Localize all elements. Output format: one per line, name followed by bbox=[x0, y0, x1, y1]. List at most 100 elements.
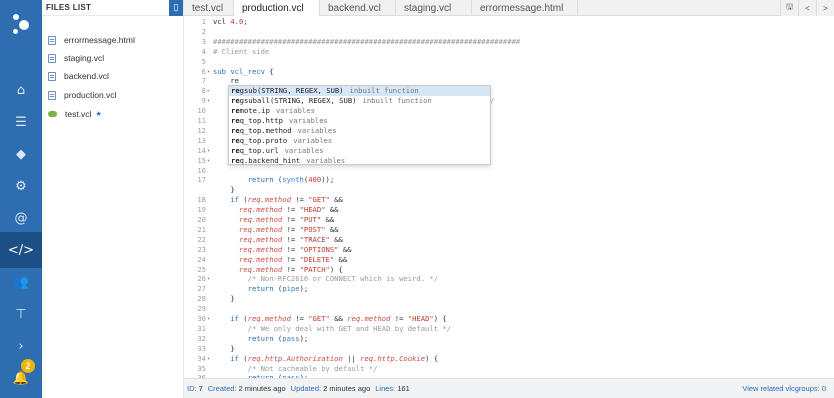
autocomplete-item[interactable]: req_top.method variables bbox=[229, 126, 490, 136]
autocomplete-item[interactable]: req_top.http variables bbox=[229, 116, 490, 126]
fold-toggle-icon[interactable]: ▾ bbox=[207, 274, 210, 284]
code-line[interactable]: 26 ▾ /* Non-RFC2616 or CONNECT which is w… bbox=[184, 274, 834, 284]
status-id: 7 bbox=[198, 384, 203, 393]
database-icon[interactable]: ☰ bbox=[0, 106, 42, 138]
code-text: req.method != "PUT" && bbox=[238, 215, 335, 224]
file-item-errormessage[interactable]: errormessage.html bbox=[48, 33, 135, 47]
home-icon[interactable]: ⌂ bbox=[0, 74, 42, 106]
fold-toggle-icon[interactable]: ▾ bbox=[207, 67, 210, 77]
users-icon[interactable]: 👥 bbox=[0, 266, 42, 298]
autocomplete-suggestion: mote.ip bbox=[239, 106, 270, 115]
code-line[interactable]: } bbox=[184, 185, 834, 195]
autocomplete-item[interactable]: remote.ip variables bbox=[229, 106, 490, 116]
code-line[interactable]: 30 ▾ if (req.method != "GET" && req.metho… bbox=[184, 314, 834, 324]
related-vlcgroups-link[interactable]: View related vlcgroups: 0 bbox=[742, 384, 826, 393]
tab-production[interactable]: production.vcl bbox=[234, 0, 320, 17]
code-line[interactable]: 22 req.method != "TRACE" && bbox=[184, 235, 834, 245]
tab-staging[interactable]: staging.vcl bbox=[396, 0, 472, 16]
autocomplete-match: re bbox=[231, 106, 240, 115]
autocomplete-item[interactable]: regsuball(STRING, REGEX, SUB) inbuilt fun… bbox=[229, 96, 490, 106]
code-line[interactable]: 24 req.method != "DELETE" && bbox=[184, 255, 834, 265]
line-number: 2 bbox=[201, 26, 206, 36]
fold-toggle-icon[interactable]: ▾ bbox=[207, 96, 210, 106]
file-item-label: staging.vcl bbox=[64, 53, 105, 63]
code-line[interactable]: 20 req.method != "PUT" && bbox=[184, 215, 834, 225]
code-icon[interactable]: </> bbox=[0, 232, 42, 268]
status-lines-label: Lines: bbox=[375, 384, 396, 393]
code-line[interactable]: 17 return (synth(400)); bbox=[184, 175, 834, 185]
fold-toggle-icon[interactable]: ▾ bbox=[207, 354, 210, 364]
fold-toggle-icon[interactable]: ▾ bbox=[207, 146, 210, 156]
code-editor[interactable]: 1 vcl 4.0; 2 3 #############################… bbox=[184, 16, 834, 378]
file-item-backend[interactable]: backend.vcl bbox=[48, 69, 109, 83]
status-created-label: Created: bbox=[207, 384, 237, 393]
file-item-staging[interactable]: staging.vcl bbox=[48, 51, 104, 65]
logo-icon[interactable] bbox=[11, 14, 33, 36]
line-number: 30 bbox=[197, 314, 206, 323]
code-line[interactable]: 6 ▾ sub vcl_recv { bbox=[184, 67, 834, 77]
autocomplete-item[interactable]: req_top.url variables bbox=[229, 146, 490, 156]
code-line[interactable]: 25 req.method != "PATCH") { bbox=[184, 265, 834, 275]
fold-toggle-icon[interactable]: ▾ bbox=[207, 156, 210, 166]
code-line[interactable]: 4 # Client side bbox=[184, 47, 834, 57]
autocomplete-match: re bbox=[231, 96, 240, 105]
code-line[interactable]: 29 bbox=[184, 304, 834, 314]
code-line[interactable]: 3 #######################################… bbox=[184, 37, 834, 47]
line-number: 19 bbox=[197, 205, 206, 215]
code-line[interactable]: 27 return (pipe); bbox=[184, 284, 834, 294]
line-number: 3 bbox=[201, 36, 206, 46]
code-line[interactable]: 1 vcl 4.0; bbox=[184, 17, 834, 27]
code-text: if (req.method != "GET" && bbox=[230, 195, 343, 205]
line-number: 34 bbox=[197, 353, 206, 363]
chevron-right-icon[interactable]: › bbox=[0, 330, 42, 362]
autocomplete-match: re bbox=[231, 146, 240, 155]
tab-backend[interactable]: backend.vcl bbox=[320, 0, 396, 16]
autocomplete-item[interactable]: req.backend_hint variables bbox=[229, 156, 490, 166]
line-number: 26 bbox=[197, 274, 206, 284]
tag-icon[interactable]: ◆ bbox=[0, 138, 42, 170]
autocomplete-popup[interactable]: regsub(STRING, REGEX, SUB) inbuilt functi… bbox=[228, 85, 491, 165]
line-number: 7 bbox=[201, 76, 206, 86]
code-line[interactable]: 28 } bbox=[184, 294, 834, 304]
fold-toggle-icon[interactable]: ▸ bbox=[207, 86, 210, 96]
autocomplete-item[interactable]: req_top.proto variables bbox=[229, 136, 490, 146]
code-line[interactable]: 18 if (req.method != "GET" && bbox=[184, 195, 834, 205]
tab-label: backend.vcl bbox=[328, 2, 381, 14]
file-item-label: production.vcl bbox=[64, 90, 117, 100]
tab-label: test.vcl bbox=[192, 2, 224, 14]
code-line[interactable]: 31 /* We only deal with GET and HEAD by … bbox=[184, 324, 834, 334]
autocomplete-suggestion: q_top.http bbox=[239, 116, 283, 125]
files-panel: FILES LIST ▯ errormessage.html staging.v… bbox=[42, 0, 184, 398]
code-line[interactable]: 5 bbox=[184, 57, 834, 67]
code-line[interactable]: 19 req.method != "HEAD" && bbox=[184, 205, 834, 215]
next-tab-icon[interactable]: > bbox=[816, 0, 834, 16]
code-line[interactable]: 21 req.method != "POST" && bbox=[184, 225, 834, 235]
notification-badge: 2 bbox=[21, 359, 35, 373]
new-file-button[interactable]: ▯ bbox=[169, 0, 183, 16]
fold-toggle-icon[interactable]: ▾ bbox=[207, 314, 210, 324]
sitemap-icon[interactable]: ⊤ bbox=[0, 298, 42, 330]
tab-test[interactable]: test.vcl bbox=[184, 0, 234, 16]
file-item-production[interactable]: production.vcl bbox=[48, 88, 116, 102]
tab-errormessage[interactable]: errormessage.html bbox=[472, 0, 578, 16]
autocomplete-match: re bbox=[231, 116, 240, 125]
code-line[interactable]: 23 req.method != "OPTIONS" && bbox=[184, 245, 834, 255]
at-icon[interactable]: @ bbox=[0, 202, 42, 234]
code-line[interactable]: 32 return (pass); bbox=[184, 334, 834, 344]
save-icon[interactable]: 🖫 bbox=[780, 0, 798, 16]
autocomplete-type: variables bbox=[306, 156, 346, 165]
code-line[interactable]: 33 } bbox=[184, 344, 834, 354]
code-text: req.method != "POST" && bbox=[238, 224, 339, 234]
autocomplete-match: re bbox=[231, 156, 240, 165]
file-item-test[interactable]: test.vcl ★ bbox=[48, 107, 102, 121]
prev-tab-icon[interactable]: < bbox=[798, 0, 816, 16]
code-line[interactable]: 35 /* Not cacheable by default */ bbox=[184, 364, 834, 374]
gear-icon[interactable]: ⚙ bbox=[0, 170, 42, 202]
code-line[interactable]: 16 bbox=[184, 166, 834, 176]
autocomplete-suggestion: gsuball(STRING, REGEX, SUB) bbox=[239, 96, 357, 105]
line-number: 6 bbox=[201, 66, 206, 76]
code-line[interactable]: 2 bbox=[184, 27, 834, 37]
line-number: 4 bbox=[201, 46, 206, 56]
autocomplete-item[interactable]: regsub(STRING, REGEX, SUB) inbuilt functi… bbox=[229, 86, 490, 96]
code-line[interactable]: 34 ▾ if (req.http.Authorization || req.ht… bbox=[184, 354, 834, 364]
